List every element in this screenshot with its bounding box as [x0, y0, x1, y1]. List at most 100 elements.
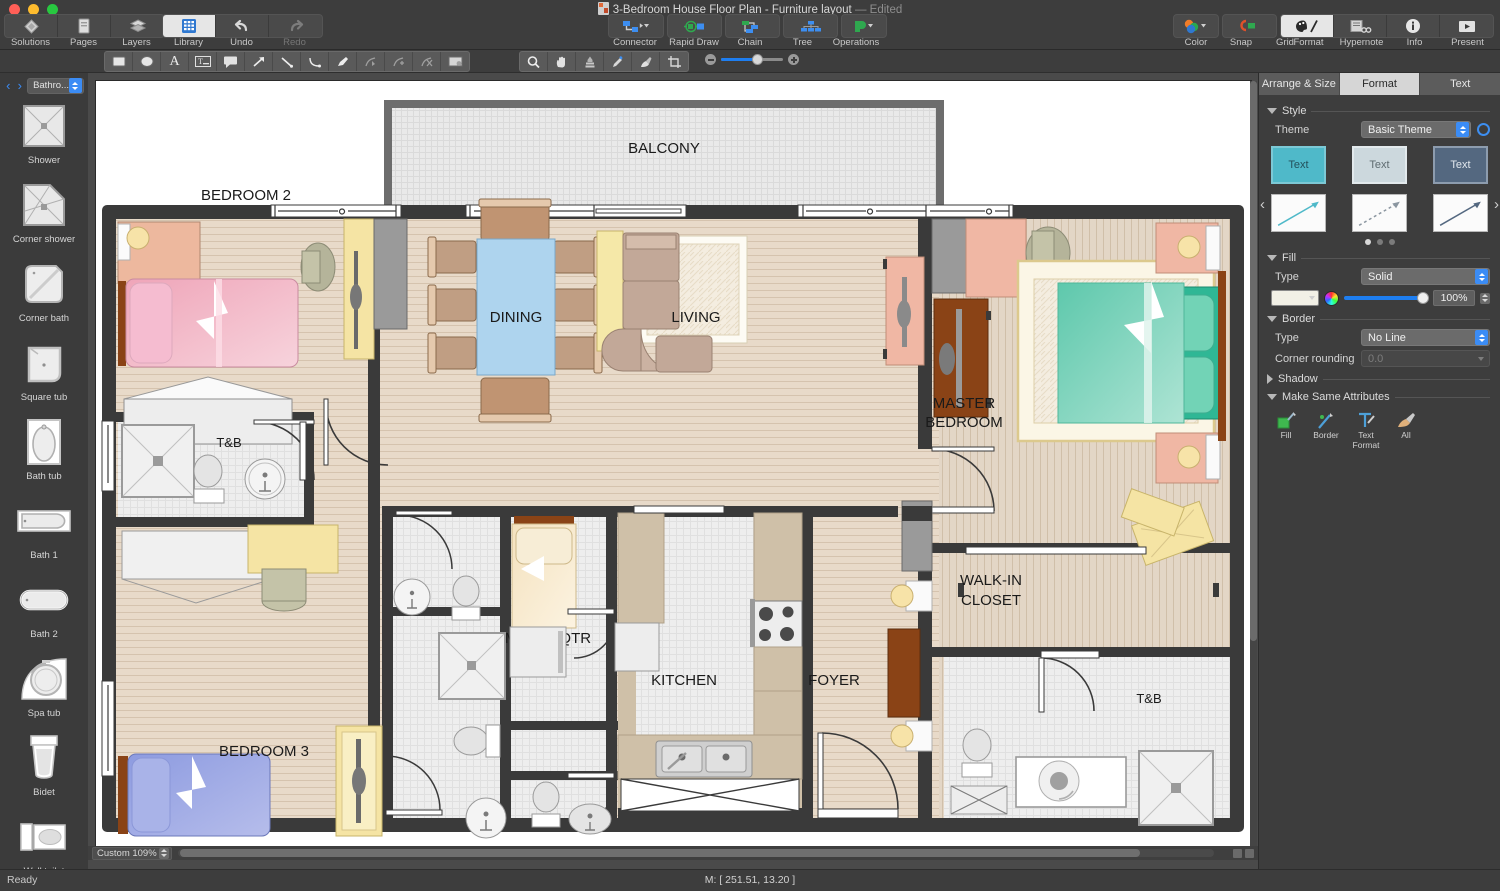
make-same-disclosure-icon[interactable]	[1267, 394, 1277, 400]
connector-button[interactable]	[608, 14, 664, 38]
curve-tool[interactable]	[301, 52, 329, 71]
scroll-right-button[interactable]	[1245, 849, 1254, 858]
style-page-dot-3[interactable]	[1389, 239, 1395, 245]
library-selector[interactable]: Bathro...	[27, 78, 84, 94]
fill-disclosure-icon[interactable]	[1267, 255, 1277, 261]
snap-button[interactable]	[1222, 14, 1277, 38]
delete-node-tool[interactable]	[413, 52, 441, 71]
border-section-header[interactable]: Border	[1259, 309, 1500, 327]
style-section-header[interactable]: Style	[1259, 101, 1500, 119]
style-line-swatch-2[interactable]	[1352, 194, 1407, 232]
zoom-slider-knob[interactable]	[752, 54, 763, 65]
library-item-wall-toilet[interactable]: Wall toilet	[0, 811, 88, 869]
undo-button[interactable]	[216, 15, 269, 37]
border-disclosure-icon[interactable]	[1267, 316, 1277, 322]
canvas-horizontal-scrollbar[interactable]	[178, 849, 1214, 857]
floor-plan-drawing[interactable]: BALCONY	[96, 81, 1251, 851]
rapid-draw-button[interactable]	[667, 14, 722, 38]
library-item-bath-1[interactable]: Bath 1	[0, 495, 88, 561]
tab-arrange-size[interactable]: Arrange & Size	[1259, 73, 1340, 95]
gear-icon[interactable]	[1477, 123, 1490, 136]
mask-tool[interactable]	[441, 52, 469, 71]
redo-button[interactable]	[269, 15, 322, 37]
library-item-bath-2[interactable]: Bath 2	[0, 574, 88, 640]
make-same-text-format-button[interactable]: Text Format	[1347, 411, 1385, 451]
rectangle-tool[interactable]	[105, 52, 133, 71]
fill-opacity-slider[interactable]	[1344, 296, 1426, 300]
library-item-corner-shower[interactable]: Corner shower	[0, 179, 88, 245]
zoom-out-icon[interactable]	[705, 54, 716, 65]
style-page-dot-1[interactable]	[1365, 239, 1371, 245]
style-next-icon[interactable]: ›	[1494, 196, 1499, 213]
style-line-swatch-1[interactable]	[1271, 194, 1326, 232]
eyedropper-tool[interactable]	[604, 52, 632, 71]
text-tool[interactable]: A	[161, 52, 189, 71]
style-disclosure-icon[interactable]	[1267, 108, 1277, 114]
view-tools-group[interactable]	[519, 51, 689, 72]
horizontal-scroll-thumb[interactable]	[180, 849, 1140, 857]
library-item-corner-bath[interactable]: Corner bath	[0, 258, 88, 324]
library-undo-redo-segment[interactable]	[162, 14, 323, 38]
inspector-tabs[interactable]: Arrange & Size Format Text	[1259, 73, 1500, 95]
color-wheel-icon[interactable]	[1324, 291, 1339, 306]
text-box-tool[interactable]: T	[189, 52, 217, 71]
zoom-slider-control[interactable]	[705, 54, 799, 65]
zoom-level-stepper[interactable]	[159, 848, 169, 859]
add-node-tool[interactable]	[385, 52, 413, 71]
library-item-bath-tub[interactable]: Bath tub	[0, 416, 88, 482]
fill-type-stepper[interactable]	[1475, 269, 1488, 284]
solutions-pages-layers-segment[interactable]	[4, 14, 165, 38]
info-button[interactable]	[1387, 15, 1440, 37]
brush-tool[interactable]	[632, 52, 660, 71]
theme-select[interactable]: Basic Theme	[1361, 121, 1471, 138]
fill-opacity-stepper[interactable]	[1480, 293, 1490, 304]
callout-tool[interactable]	[217, 52, 245, 71]
corner-rounding-select[interactable]: 0.0	[1361, 350, 1490, 367]
canvas-area[interactable]: BALCONY	[88, 73, 1258, 869]
style-swatch-2[interactable]: Text	[1352, 146, 1407, 232]
library-prev-button[interactable]: ‹	[4, 79, 13, 92]
vertical-scroll-thumb[interactable]	[1250, 81, 1257, 641]
format-button[interactable]	[1281, 15, 1334, 37]
library-item-square-tub[interactable]: Square tub	[0, 337, 88, 403]
hypernote-button[interactable]	[1334, 15, 1387, 37]
zoom-level-selector[interactable]: Custom 109%	[92, 847, 172, 860]
library-item-spa-tub[interactable]: Spa tub	[0, 653, 88, 719]
style-page-dot-2[interactable]	[1377, 239, 1383, 245]
fill-opacity-value[interactable]: 100%	[1433, 290, 1475, 306]
make-same-border-button[interactable]: Border	[1307, 411, 1345, 451]
add-point-tool[interactable]	[357, 52, 385, 71]
canvas-vertical-scrollbar[interactable]	[1250, 81, 1257, 851]
fill-opacity-knob[interactable]	[1417, 292, 1429, 304]
make-same-section-header[interactable]: Make Same Attributes	[1259, 387, 1500, 405]
present-button[interactable]	[1440, 15, 1493, 37]
make-same-fill-button[interactable]: Fill	[1267, 411, 1305, 451]
stamp-tool[interactable]	[576, 52, 604, 71]
style-swatch-3[interactable]: Text	[1433, 146, 1488, 232]
fill-type-select[interactable]: Solid	[1361, 268, 1490, 285]
style-prev-icon[interactable]: ‹	[1260, 196, 1265, 213]
tab-text[interactable]: Text	[1420, 73, 1500, 95]
crop-tool[interactable]	[660, 52, 688, 71]
zoom-in-icon[interactable]	[788, 54, 799, 65]
arrow-tool[interactable]	[245, 52, 273, 71]
style-swatches[interactable]: ‹ › Text Text Tex	[1259, 140, 1500, 232]
style-swatch-1[interactable]: Text	[1271, 146, 1326, 232]
solutions-button[interactable]	[5, 15, 58, 37]
shadow-disclosure-icon[interactable]	[1267, 374, 1273, 384]
operations-button[interactable]	[841, 14, 887, 38]
document-canvas[interactable]: BALCONY	[96, 81, 1251, 851]
library-item-bidet[interactable]: Bidet	[0, 732, 88, 798]
border-type-select[interactable]: No Line	[1361, 329, 1490, 346]
chain-button[interactable]	[725, 14, 780, 38]
ellipse-tool[interactable]	[133, 52, 161, 71]
color-button[interactable]	[1173, 14, 1219, 38]
library-items-list[interactable]: Shower Corner shower Corner bath	[0, 98, 88, 869]
zoom-slider-track[interactable]	[721, 58, 783, 61]
library-next-button[interactable]: ›	[16, 79, 25, 92]
zoom-tool[interactable]	[520, 52, 548, 71]
shape-tools-group[interactable]: A T	[104, 51, 470, 72]
tree-button[interactable]	[783, 14, 838, 38]
library-item-shower[interactable]: Shower	[0, 100, 88, 166]
style-line-swatch-3[interactable]	[1433, 194, 1488, 232]
